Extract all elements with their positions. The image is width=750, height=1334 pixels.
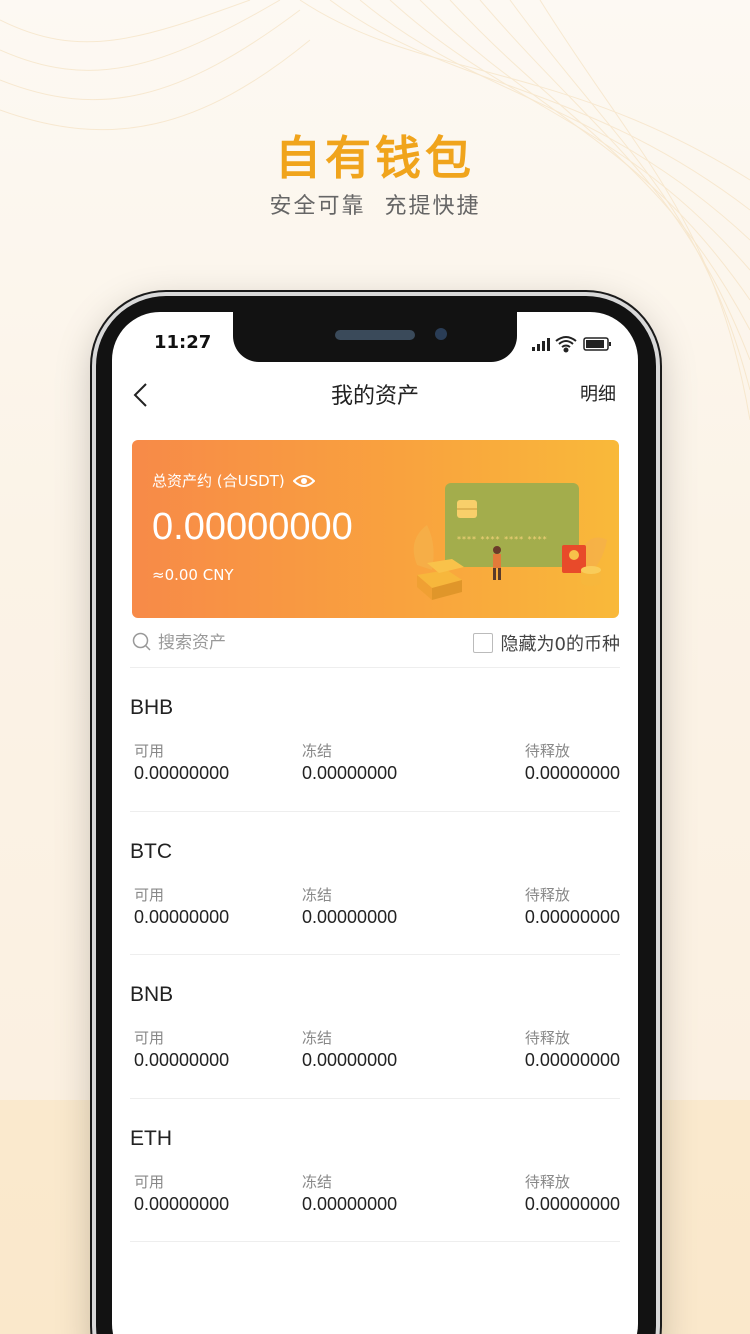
camera-icon [435,328,447,340]
pending-value: 0.00000000 [524,763,620,783]
pending-label: 待释放 [524,1172,570,1191]
frozen-column: 冻结 0.00000000 [302,1171,397,1215]
wallet-illustration: **** **** **** **** [413,483,607,600]
total-assets-label: 总资产约 (合USDT) [152,472,285,490]
coin-list: BHB 可用 0.00000000 冻结 0.00000000 待释放 0.00… [130,668,620,1242]
frozen-value: 0.00000000 [302,763,398,783]
frozen-label: 冻结 [302,1029,333,1047]
hide-zero-label: 隐藏为0的币种 [500,634,620,655]
coin-name: BHB [130,696,174,719]
pending-column: 待释放 0.00000000 [525,1027,620,1071]
eye-icon[interactable] [292,474,315,488]
available-label: 可用 [134,885,165,904]
coin-item[interactable]: BNB 可用 0.00000000 冻结 0.00000000 待释放 0.00… [130,955,620,1099]
status-icons [532,336,611,353]
coin-item[interactable]: BTC 可用 0.00000000 冻结 0.00000000 待释放 0.00… [130,812,620,955]
battery-icon [583,337,611,351]
hide-zero-toggle[interactable]: 隐藏为0的币种 [472,630,620,656]
available-value: 0.00000000 [134,906,230,927]
available-label: 可用 [134,742,165,760]
pending-label: 待释放 [524,1029,570,1047]
pending-value: 0.00000000 [524,906,620,927]
pending-value: 0.00000000 [524,1193,620,1214]
frozen-value: 0.00000000 [302,1050,398,1070]
phone-notch [233,300,517,362]
available-column: 可用 0.00000000 [134,1027,229,1071]
pending-label: 待释放 [524,885,570,904]
available-column: 可用 0.00000000 [134,1171,229,1215]
detail-button[interactable]: 明细 [580,380,616,406]
promo-title: 自有钱包 [275,131,475,185]
frozen-label: 冻结 [302,885,333,904]
available-value: 0.00000000 [134,1193,230,1214]
coin-name: BNB [130,983,174,1006]
wifi-icon [555,336,577,353]
pending-column: 待释放 0.00000000 [525,1171,620,1215]
total-assets-amount: 0.00000000 [152,506,353,548]
search-input[interactable] [158,630,358,656]
available-value: 0.00000000 [134,1050,230,1070]
pending-column: 待释放 0.00000000 [525,884,620,928]
total-assets-label-row: 总资产约 (合USDT) [152,470,315,491]
pending-column: 待释放 0.00000000 [525,740,620,784]
available-column: 可用 0.00000000 [134,740,229,784]
card-mask-text: **** **** **** **** [457,535,548,544]
total-assets-cny: ≈0.00 CNY [152,566,234,584]
frozen-label: 冻结 [302,742,333,760]
back-icon[interactable] [128,380,158,410]
total-assets-card: 总资产约 (合USDT) 0.00000000 ≈0.00 CNY **** *… [132,440,619,618]
frozen-label: 冻结 [302,1172,333,1191]
coins-stack-icon [581,566,601,586]
frozen-column: 冻结 0.00000000 [302,740,397,784]
frozen-value: 0.00000000 [302,906,398,927]
frozen-column: 冻结 0.00000000 [302,884,397,928]
available-column: 可用 0.00000000 [134,884,229,928]
signal-icon [532,338,550,351]
hide-zero-checkbox[interactable] [472,633,493,653]
available-label: 可用 [134,1172,165,1191]
available-label: 可用 [134,1029,165,1047]
available-value: 0.00000000 [134,763,230,783]
status-time: 11:27 [154,332,212,353]
frozen-column: 冻结 0.00000000 [302,1027,397,1071]
person-icon [493,546,501,580]
speaker-icon [335,330,415,340]
search-icon [132,632,151,651]
frozen-value: 0.00000000 [302,1193,398,1214]
search-row: 隐藏为0的币种 [130,630,620,668]
coin-name: BTC [130,839,172,863]
pending-label: 待释放 [524,742,570,760]
pending-value: 0.00000000 [524,1050,620,1070]
coin-name: ETH [130,1126,172,1150]
page-title: 我的资产 [330,384,419,409]
coin-item[interactable]: BHB 可用 0.00000000 冻结 0.00000000 待释放 0.00… [130,668,620,812]
coin-item[interactable]: ETH 可用 0.00000000 冻结 0.00000000 待释放 0.00… [130,1099,620,1242]
promo-subtitle: 安全可靠 充提快捷 [269,194,481,219]
